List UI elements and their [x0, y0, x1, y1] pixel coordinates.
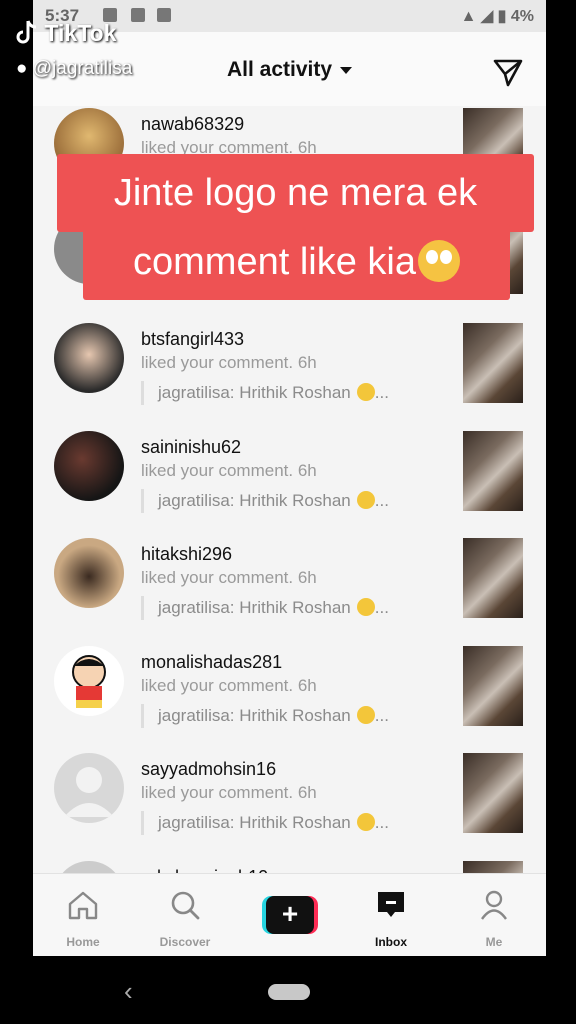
video-thumbnail[interactable]	[463, 214, 523, 294]
video-thumbnail[interactable]	[463, 646, 523, 726]
laughing-emoji-icon	[356, 813, 375, 831]
nav-me[interactable]: Me	[454, 888, 534, 949]
list-item[interactable]	[33, 214, 546, 321]
comment-quote-text: jagratilisa: Hrithik Roshan	[158, 813, 351, 832]
plus-icon: +	[266, 896, 314, 934]
create-video-button[interactable]: +	[262, 896, 318, 934]
video-thumbnail[interactable]	[463, 753, 523, 833]
video-thumbnail[interactable]	[463, 108, 523, 188]
home-icon	[68, 891, 98, 920]
notification-icon	[103, 8, 117, 22]
avatar[interactable]	[54, 753, 124, 823]
status-bar: 5:37 ▲ ◢ ▮ 4%	[33, 0, 546, 32]
username[interactable]: btsfangirl433	[141, 329, 244, 350]
activity-text: liked your comment. 6h	[141, 783, 317, 802]
nav-me-label: Me	[485, 935, 503, 949]
home-pill[interactable]	[268, 984, 310, 1000]
activity-text: liked your comment. 6h	[141, 461, 317, 480]
nav-inbox-label: Inbox	[375, 935, 407, 949]
activity-text: liked your comment. 6h	[141, 353, 317, 372]
battery-percent: 4%	[510, 8, 534, 25]
comment-quote-text: jagratilisa: Hrithik Roshan	[158, 706, 351, 725]
nav-inbox[interactable]: Inbox	[351, 888, 431, 949]
avatar[interactable]	[54, 214, 124, 284]
inbox-icon	[378, 892, 404, 917]
person-icon: ●	[16, 58, 28, 79]
search-icon	[171, 891, 200, 920]
back-icon[interactable]: ‹	[124, 976, 133, 1007]
username[interactable]: hitakshi296	[141, 544, 232, 565]
avatar[interactable]	[54, 323, 124, 393]
list-item[interactable]: btsfangirl433 liked your comment. 6h jag…	[33, 323, 546, 430]
comment-quote-text: jagratilisa: Hrithik Roshan	[158, 491, 351, 510]
activity-header: All activity	[33, 32, 546, 106]
laughing-emoji-icon	[356, 383, 375, 401]
direct-message-icon[interactable]	[492, 56, 524, 88]
comment-quote: jagratilisa: Hrithik Roshan...	[141, 381, 389, 405]
username[interactable]: saininishu62	[141, 437, 241, 458]
avatar[interactable]	[54, 431, 124, 501]
status-time: 5:37	[45, 6, 80, 25]
nav-home[interactable]: Home	[43, 888, 123, 949]
video-thumbnail[interactable]	[463, 431, 523, 511]
laughing-emoji-icon	[356, 706, 375, 724]
video-thumbnail[interactable]	[463, 538, 523, 618]
avatar[interactable]	[54, 646, 124, 716]
list-item[interactable]: nawab68329 liked your comment. 6h	[33, 108, 546, 215]
list-item[interactable]: monalishadas281 liked your comment. 6h j…	[33, 646, 546, 753]
nav-home-label: Home	[66, 935, 100, 949]
default-avatar-icon	[64, 767, 114, 817]
comment-quote: jagratilisa: Hrithik Roshan...	[141, 811, 389, 835]
activity-filter-label: All activity	[226, 58, 333, 81]
laughing-emoji-icon	[356, 491, 375, 509]
android-navigation-bar: ‹	[0, 956, 576, 1024]
comment-quote: jagratilisa: Hrithik Roshan...	[141, 489, 389, 513]
media-icon-2	[157, 8, 171, 22]
activity-text: liked your comment. 6h	[141, 568, 317, 587]
avatar[interactable]	[54, 108, 124, 178]
list-item[interactable]: sayyadmohsin16 liked your comment. 6h ja…	[33, 753, 546, 860]
media-icon	[131, 8, 145, 22]
activity-text: liked your comment. 6h	[141, 676, 317, 695]
video-thumbnail[interactable]	[463, 323, 523, 403]
comment-quote-text: jagratilisa: Hrithik Roshan	[158, 383, 351, 402]
activity-text: liked your comment. 6h	[141, 138, 317, 157]
username[interactable]: sayyadmohsin16	[141, 759, 276, 780]
avatar[interactable]	[54, 538, 124, 608]
list-item[interactable]: hitakshi296 liked your comment. 6h jagra…	[33, 538, 546, 645]
comment-quote-text: jagratilisa: Hrithik Roshan	[158, 598, 351, 617]
cartoon-avatar-icon	[72, 655, 106, 708]
comment-quote: jagratilisa: Hrithik Roshan...	[141, 704, 389, 728]
caret-down-icon	[340, 66, 353, 74]
comment-quote: jagratilisa: Hrithik Roshan...	[141, 596, 389, 620]
battery-level: ▲ ◢ ▮ 4%	[460, 8, 534, 25]
list-item[interactable]: saininishu62 liked your comment. 6h jagr…	[33, 431, 546, 538]
nav-discover[interactable]: Discover	[145, 888, 225, 949]
bottom-navigation: Home Discover + Inbox Me	[33, 873, 546, 956]
username[interactable]: nawab68329	[141, 114, 244, 135]
laughing-emoji-icon	[356, 598, 375, 616]
profile-icon	[481, 890, 507, 920]
phone-screen: 5:37 ▲ ◢ ▮ 4% All activity nawab68329 li…	[33, 0, 546, 956]
nav-discover-label: Discover	[159, 935, 211, 949]
activity-filter-dropdown[interactable]: All activity	[33, 58, 546, 82]
username[interactable]: monalishadas281	[141, 652, 282, 673]
